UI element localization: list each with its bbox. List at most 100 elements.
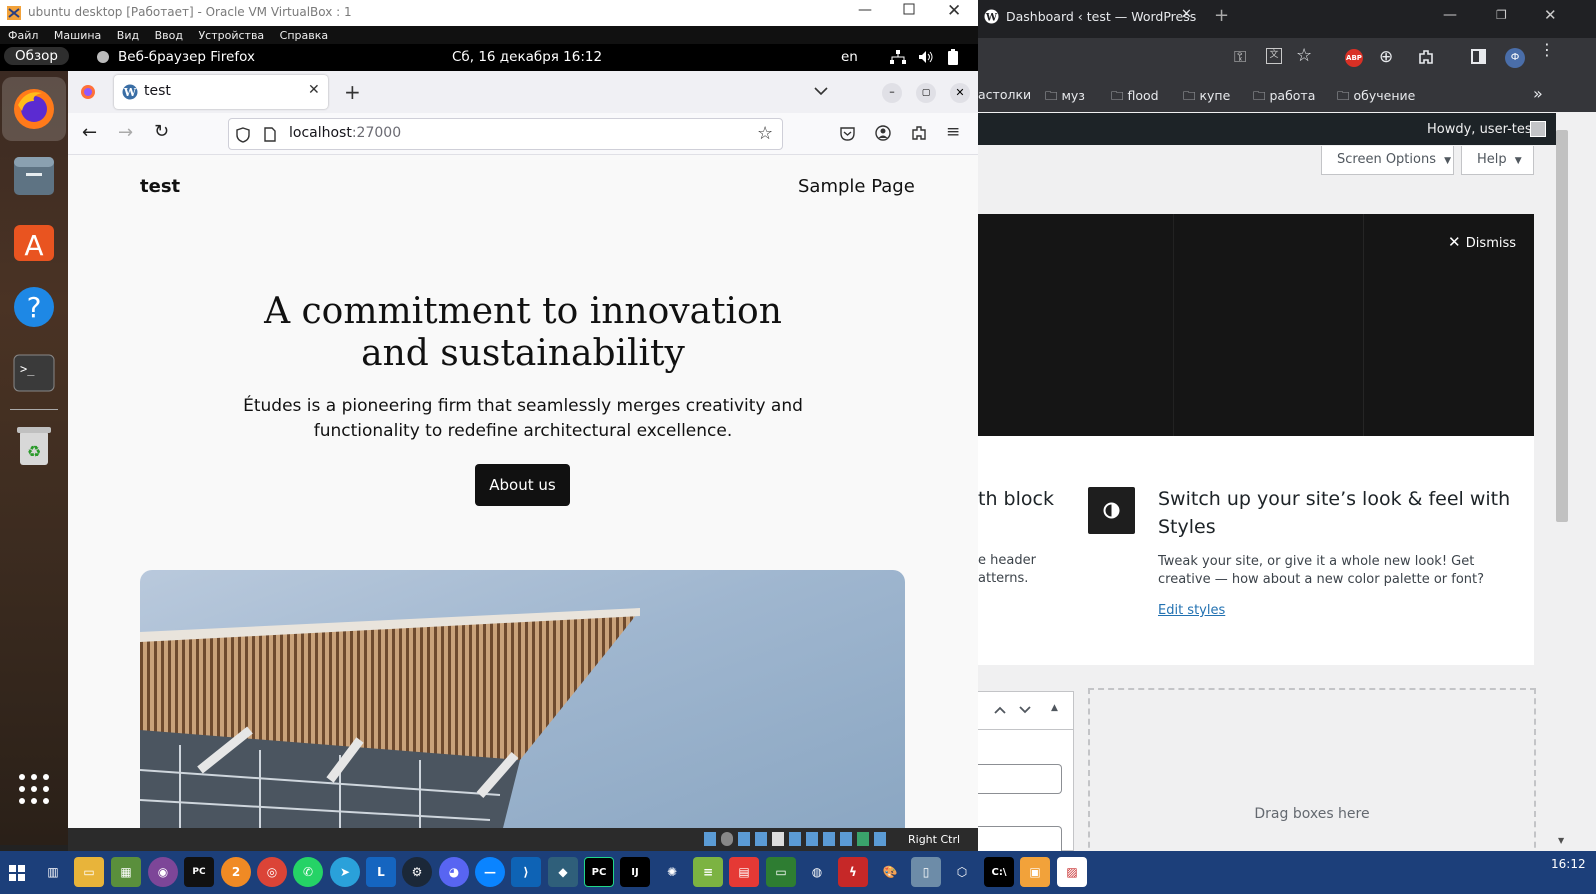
terminal-app-icon[interactable]: ▭ (766, 857, 796, 887)
chrome-close-icon[interactable]: ✕ (1544, 6, 1557, 24)
windows-start-icon[interactable] (9, 865, 25, 881)
tor-browser-icon[interactable]: ◉ (148, 857, 178, 887)
nav-sample-page[interactable]: Sample Page (798, 176, 915, 197)
bookmarks-overflow-icon[interactable]: » (1533, 84, 1543, 103)
lightshot-icon[interactable]: L (366, 857, 396, 887)
telegram-icon[interactable]: ➤ (330, 857, 360, 887)
menu-input[interactable]: Ввод (155, 29, 183, 42)
file-explorer-icon[interactable]: ▭ (74, 857, 104, 887)
firefox-view-icon[interactable] (80, 84, 96, 100)
dismiss-link[interactable]: ✕ Dismiss (1448, 233, 1516, 251)
about-us-button[interactable]: About us (475, 464, 570, 506)
bookmark-folder-obuchenie[interactable]: 🗀 обучение (1337, 87, 1415, 108)
pocket-icon[interactable] (840, 126, 855, 141)
account-icon[interactable] (875, 125, 891, 141)
chrome-icon[interactable]: ◎ (257, 857, 287, 887)
software-dock-icon[interactable]: A (10, 217, 58, 265)
howdy-user[interactable]: Howdy, user-test (1427, 122, 1537, 137)
app-menu-icon[interactable]: ≡ (946, 122, 960, 142)
scrollbar-thumb[interactable] (1556, 130, 1568, 522)
widget-input-1[interactable] (978, 764, 1062, 794)
forward-icon[interactable]: → (118, 122, 133, 143)
firefox-dock-icon[interactable] (10, 85, 58, 133)
scroll-down-icon[interactable]: ▼ (1558, 836, 1564, 845)
menu-machine[interactable]: Машина (54, 29, 101, 42)
shared-folders-icon[interactable] (789, 832, 801, 846)
battery-icon[interactable] (948, 49, 958, 65)
reload-icon[interactable]: ↻ (154, 121, 169, 142)
back-icon[interactable]: ← (82, 122, 97, 143)
bookmark-folder-kupe[interactable]: 🗀 купе (1183, 87, 1230, 108)
screen-options-button[interactable]: Screen Options ▼ (1321, 146, 1454, 175)
menu-view[interactable]: Вид (117, 29, 139, 42)
files-dock-icon[interactable] (10, 151, 58, 199)
app-2-icon[interactable]: 2 (221, 857, 251, 887)
pycharm-ce-icon[interactable]: PC (184, 857, 214, 887)
chrome-tab-active[interactable]: W Dashboard ‹ test — WordPress ✕ (978, 0, 1202, 32)
toggle-panel-icon[interactable]: ▲ (1051, 703, 1058, 713)
volume-icon[interactable] (918, 50, 934, 64)
notes-app-icon[interactable]: ▯ (911, 857, 941, 887)
network-status-icon[interactable] (755, 832, 767, 846)
side-panel-icon[interactable] (1471, 49, 1486, 64)
recording-status-icon[interactable] (823, 832, 835, 846)
ff-restore-icon[interactable]: ▢ (916, 83, 936, 103)
adblock-icon[interactable]: ABP (1345, 49, 1363, 67)
terminal-dock-icon[interactable]: >_ (10, 349, 58, 397)
hdd-status-icon[interactable] (704, 832, 716, 846)
bookmark-folder-flood[interactable]: 🗀 flood (1111, 87, 1159, 108)
minimize-icon[interactable]: — (858, 2, 872, 18)
page-info-icon[interactable] (264, 127, 276, 142)
avatar[interactable] (1530, 121, 1546, 137)
maximize-icon[interactable] (903, 3, 915, 18)
optical-status-icon[interactable] (721, 832, 733, 846)
vscode-icon[interactable]: ⟩ (511, 857, 541, 887)
help-dock-icon[interactable]: ? (10, 283, 58, 331)
task-view-icon[interactable]: ▥ (38, 857, 68, 887)
bookmark-folder-muz[interactable]: 🗀 муз (1045, 87, 1085, 108)
new-tab-icon[interactable]: + (344, 80, 361, 104)
extensions-icon[interactable] (911, 125, 927, 141)
password-key-icon[interactable]: ⚿ (1234, 47, 1246, 67)
tab-close-icon[interactable]: ✕ (308, 82, 320, 98)
network-app-icon[interactable]: ◍ (802, 857, 832, 887)
extensions-icon[interactable] (1418, 49, 1434, 65)
chrome-minimize-icon[interactable]: — (1443, 7, 1457, 23)
chrome-restore-icon[interactable]: ❐ (1496, 8, 1507, 22)
bookmark-folder-rabota[interactable]: 🗀 работа (1253, 87, 1315, 108)
taskbar-clock[interactable]: 16:12 (1551, 857, 1586, 871)
translate-icon[interactable]: 文 (1266, 48, 1282, 64)
bookmark-star-icon[interactable]: ☆ (757, 123, 773, 144)
site-title[interactable]: test (140, 176, 180, 197)
host-key-label[interactable]: Right Ctrl (908, 833, 960, 846)
chrome-tab-close-icon[interactable]: ✕ (1181, 7, 1192, 22)
cmd-icon[interactable]: C:\ (984, 857, 1014, 887)
chrome-menu-icon[interactable]: ⋮ (1539, 42, 1555, 58)
dash-app-icon[interactable]: — (475, 857, 505, 887)
guest-additions-icon[interactable] (857, 832, 869, 846)
tracking-shield-icon[interactable] (236, 127, 250, 143)
browser-tab-active[interactable]: W test ✕ (114, 75, 328, 109)
pycharm-icon[interactable]: PC (584, 857, 614, 887)
pdf-app-icon[interactable]: ▨ (1057, 857, 1087, 887)
usb-status-icon[interactable] (772, 832, 784, 846)
intellij-icon[interactable]: IJ (620, 857, 650, 887)
virtualbox-taskbar-icon[interactable]: ▣ (1020, 857, 1050, 887)
paint-app-icon[interactable]: 🎨 (875, 857, 905, 887)
taskbar-app-icon[interactable]: ▦ (111, 857, 141, 887)
steam-icon[interactable]: ⚙ (402, 857, 432, 887)
stack-app-icon[interactable]: ≡ (693, 857, 723, 887)
help-button[interactable]: Help ▼ (1461, 146, 1534, 175)
vt-status-icon[interactable] (840, 832, 852, 846)
calendar-app-icon[interactable]: ▤ (729, 857, 759, 887)
edit-styles-link[interactable]: Edit styles (1158, 603, 1225, 618)
menu-devices[interactable]: Устройства (198, 29, 264, 42)
cube-app-icon[interactable]: ⬡ (947, 857, 977, 887)
ff-close-icon[interactable]: ✕ (950, 83, 970, 103)
show-apps-icon[interactable] (18, 773, 50, 809)
mouse-integration-icon[interactable] (874, 832, 886, 846)
empty-dropzone[interactable]: Drag boxes here (1088, 688, 1536, 858)
url-bar[interactable]: localhost:27000 ☆ (228, 118, 783, 150)
move-up-icon[interactable] (994, 706, 1006, 714)
menu-help[interactable]: Справка (280, 29, 328, 42)
